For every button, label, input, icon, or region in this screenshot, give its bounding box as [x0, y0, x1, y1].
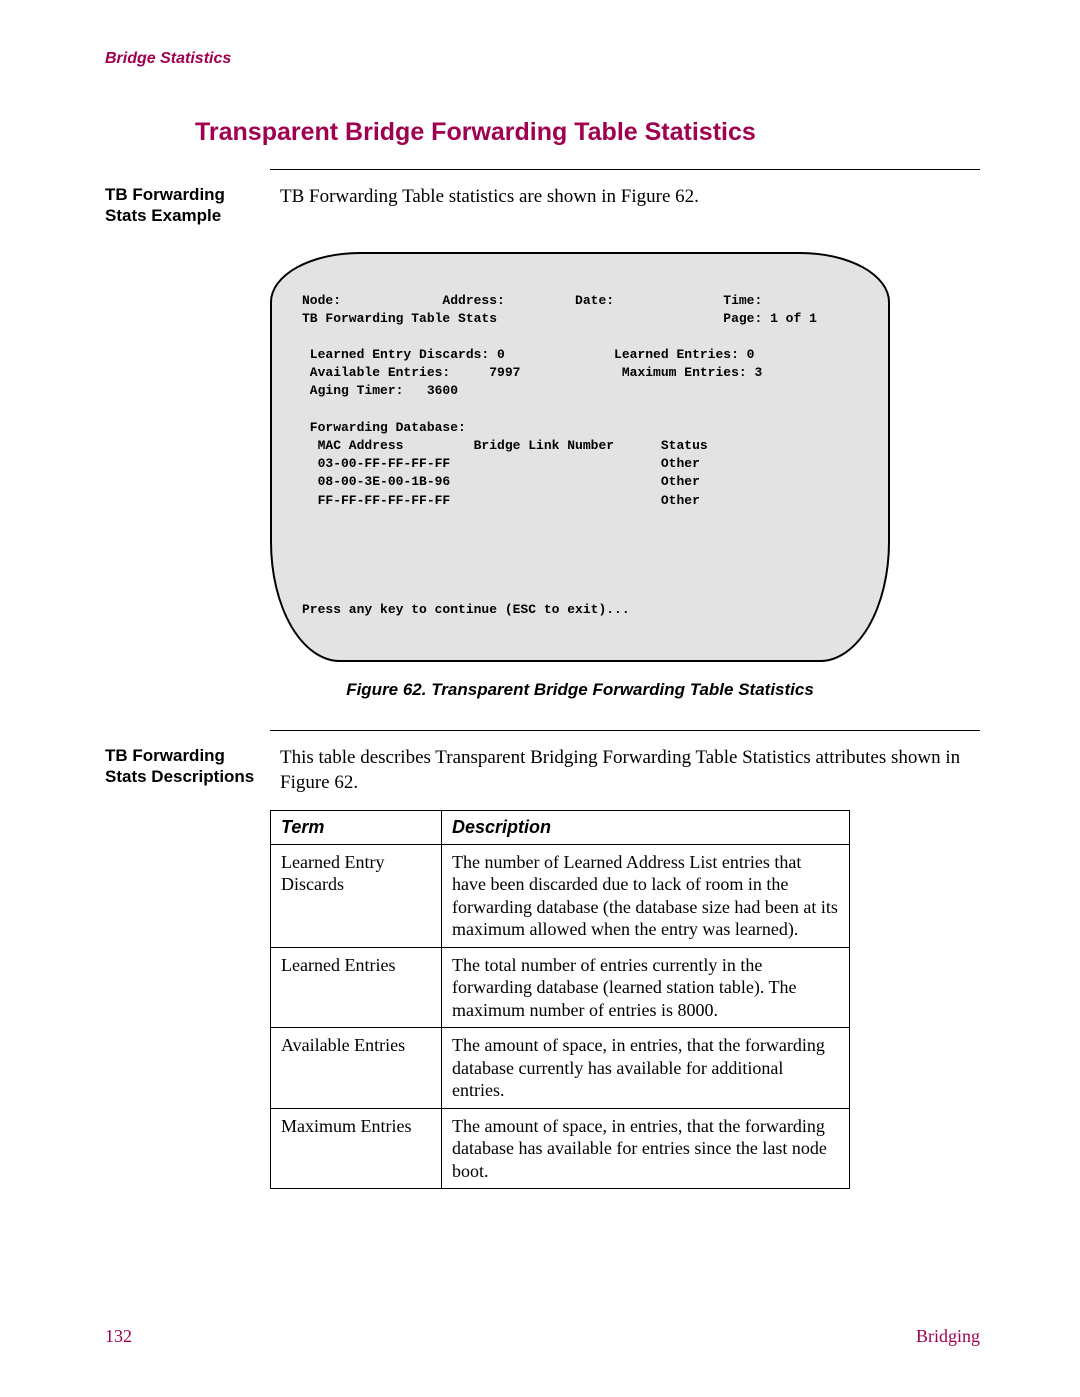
rule-mid: [270, 730, 980, 731]
terminal-line: Press any key to continue (ESC to exit).…: [302, 602, 630, 617]
section-title: Transparent Bridge Forwarding Table Stat…: [195, 118, 980, 147]
terminal-line: Forwarding Database:: [302, 420, 466, 435]
cell-desc: The total number of entries currently in…: [442, 947, 850, 1028]
terminal-line: TB Forwarding Table Stats Page: 1 of 1: [302, 311, 817, 326]
cell-term: Learned Entry Discards: [271, 844, 442, 947]
table-row: Available Entries The amount of space, i…: [271, 1028, 850, 1109]
descriptions-table: Term Description Learned Entry Discards …: [270, 810, 850, 1190]
terminal-line: Available Entries: 7997 Maximum Entries:…: [302, 365, 762, 380]
terminal-line: 03-00-FF-FF-FF-FF Other: [302, 456, 700, 471]
example-block: TB Forwarding Stats Example TB Forwardin…: [105, 184, 980, 227]
cell-term: Available Entries: [271, 1028, 442, 1109]
terminal-wrap: Node: Address: Date: Time: TB Forwarding…: [270, 252, 890, 662]
th-term: Term: [271, 810, 442, 844]
cell-desc: The number of Learned Address List entri…: [442, 844, 850, 947]
cell-desc: The amount of space, in entries, that th…: [442, 1108, 850, 1189]
cell-term: Learned Entries: [271, 947, 442, 1028]
terminal-line: Aging Timer: 3600: [302, 383, 458, 398]
terminal-line: FF-FF-FF-FF-FF-FF Other: [302, 493, 700, 508]
table-row: Learned Entries The total number of entr…: [271, 947, 850, 1028]
terminal-line: 08-00-3E-00-1B-96 Other: [302, 474, 700, 489]
cell-term: Maximum Entries: [271, 1108, 442, 1189]
th-description: Description: [442, 810, 850, 844]
page-number: 132: [105, 1326, 132, 1347]
table-row: Learned Entry Discards The number of Lea…: [271, 844, 850, 947]
running-header: Bridge Statistics: [105, 50, 980, 68]
terminal-line: Node: Address: Date: Time:: [302, 293, 762, 308]
rule-top: [270, 169, 980, 170]
descriptions-block: TB Forwarding Stats Descriptions This ta…: [105, 745, 980, 796]
chapter-name: Bridging: [916, 1326, 980, 1347]
descriptions-intro: This table describes Transparent Bridgin…: [280, 745, 980, 796]
terminal-line: MAC Address Bridge Link Number Status: [302, 438, 708, 453]
figure-caption: Figure 62. Transparent Bridge Forwarding…: [270, 680, 890, 700]
table-row: Maximum Entries The amount of space, in …: [271, 1108, 850, 1189]
page-footer: 132 Bridging: [105, 1326, 980, 1347]
terminal-line: Learned Entry Discards: 0 Learned Entrie…: [302, 347, 754, 362]
descriptions-side-label: TB Forwarding Stats Descriptions: [105, 745, 280, 788]
terminal-screen: Node: Address: Date: Time: TB Forwarding…: [270, 252, 890, 662]
table-header-row: Term Description: [271, 810, 850, 844]
cell-desc: The amount of space, in entries, that th…: [442, 1028, 850, 1109]
example-intro: TB Forwarding Table statistics are shown…: [280, 184, 980, 210]
page: Bridge Statistics Transparent Bridge For…: [0, 0, 1080, 1397]
example-side-label: TB Forwarding Stats Example: [105, 184, 280, 227]
